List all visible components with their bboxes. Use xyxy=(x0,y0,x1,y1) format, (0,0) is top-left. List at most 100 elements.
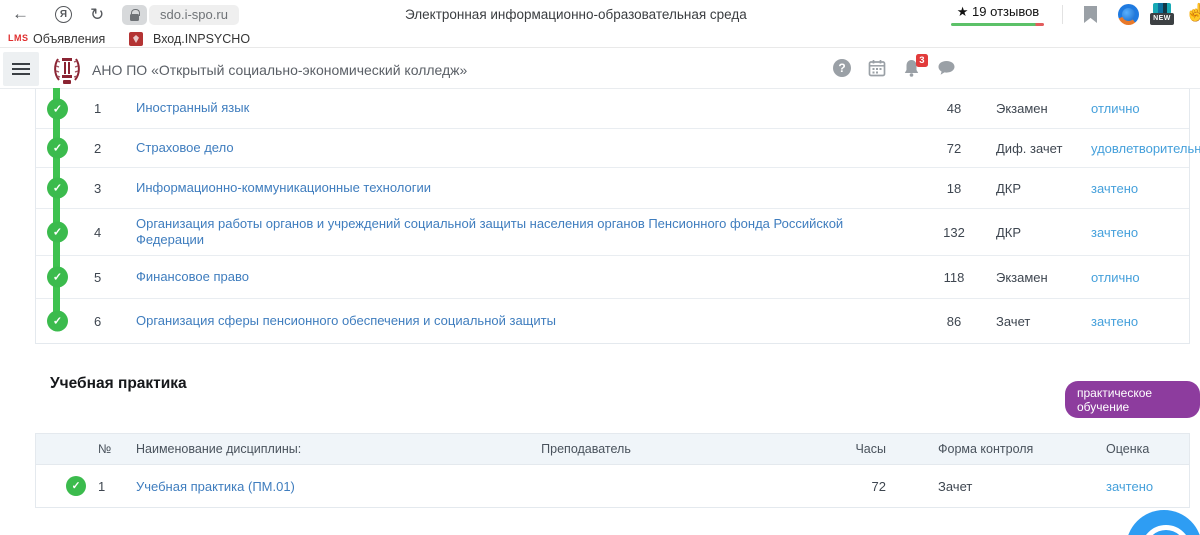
grade-link[interactable]: удовлетворительно xyxy=(1086,141,1200,156)
row-status: ✓ xyxy=(36,89,82,128)
grade-link[interactable]: отлично xyxy=(1086,101,1189,116)
table-row: ✓ 3 Информационно-коммуникационные техно… xyxy=(36,167,1189,208)
header-grade: Оценка xyxy=(1084,442,1189,456)
bookmark-inpsycho[interactable]: Вход.INPSYCHO xyxy=(153,32,250,46)
lms-favicon: LMS xyxy=(8,33,29,43)
grade-link[interactable]: зачтено xyxy=(1086,181,1189,196)
padlock-shape xyxy=(130,14,139,21)
reviews-rating-bar xyxy=(951,23,1044,26)
new-extension-icon[interactable]: NEW xyxy=(1150,2,1174,26)
header-number: № xyxy=(92,442,124,456)
table-row: ✓ 2 Страховое дело 72 Диф. зачет удовлет… xyxy=(36,128,1189,167)
subject-link[interactable]: Иностранный язык xyxy=(124,94,914,122)
grade-link[interactable]: отлично xyxy=(1086,270,1189,285)
practice-table: № Наименование дисциплины: Преподаватель… xyxy=(35,433,1190,508)
hamburger-icon xyxy=(12,63,30,65)
emblem-favicon xyxy=(129,32,143,46)
row-number: 1 xyxy=(82,101,124,116)
bookmarks-bar: LMS Объявления Вход.INPSYCHO xyxy=(0,30,1200,48)
row-number: 4 xyxy=(82,225,124,240)
bookmark-icon[interactable] xyxy=(1084,6,1097,23)
hours-value: 118 xyxy=(914,270,994,285)
yandex-profile-icon[interactable]: Я xyxy=(55,6,72,23)
row-status: ✓ xyxy=(36,129,82,167)
header-control: Форма контроля xyxy=(916,442,1084,456)
check-icon: ✓ xyxy=(47,138,68,159)
table-row: ✓ 6 Организация сферы пенсионного обеспе… xyxy=(36,298,1189,343)
check-icon: ✓ xyxy=(47,222,68,243)
chat-widget-button[interactable] xyxy=(1126,510,1200,535)
header-icons: ? 3 xyxy=(833,59,956,77)
grade-link[interactable]: зачтено xyxy=(1084,479,1189,494)
subject-link[interactable]: Финансовое право xyxy=(124,263,914,291)
subject-link[interactable]: Учебная практика (ПМ.01) xyxy=(124,479,466,494)
check-icon: ✓ xyxy=(66,476,86,496)
notification-badge: 3 xyxy=(916,54,928,67)
back-button[interactable]: ← xyxy=(12,4,29,24)
subject-link[interactable]: Страховое дело xyxy=(124,134,914,162)
address-bar[interactable]: sdo.i-spo.ru xyxy=(149,5,239,25)
menu-button[interactable] xyxy=(3,52,39,86)
table-row: ✓ 1 Учебная практика (ПМ.01) 72 Зачет за… xyxy=(36,465,1189,507)
row-number: 3 xyxy=(82,181,124,196)
bookmark-announcements[interactable]: Объявления xyxy=(33,32,105,46)
browser-toolbar: ← Я ↻ sdo.i-spo.ru Электронная информаци… xyxy=(0,0,1200,30)
hand-cursor-icon[interactable]: ☝ xyxy=(1185,3,1200,23)
control-form: Экзамен xyxy=(994,270,1086,285)
subject-link[interactable]: Организация работы органов и учреждений … xyxy=(124,210,914,255)
row-number: 6 xyxy=(82,314,124,329)
check-icon: ✓ xyxy=(47,267,68,288)
control-form: Экзамен xyxy=(994,101,1086,116)
subject-link[interactable]: Информационно-коммуникационные технологи… xyxy=(124,174,914,202)
hours-value: 18 xyxy=(914,181,994,196)
check-icon: ✓ xyxy=(47,311,68,332)
row-status: ✓ xyxy=(36,299,82,343)
check-icon: ✓ xyxy=(47,178,68,199)
messages-icon[interactable] xyxy=(937,60,956,76)
header-hours: Часы xyxy=(706,442,916,456)
new-badge: NEW xyxy=(1150,13,1174,25)
control-form: Зачет xyxy=(916,479,1084,494)
grades-table: ✓ 1 Иностранный язык 48 Экзамен отлично … xyxy=(35,89,1190,344)
hours-value: 72 xyxy=(914,141,994,156)
lock-icon[interactable] xyxy=(122,5,147,25)
grade-link[interactable]: зачтено xyxy=(1086,225,1189,240)
table-row: ✓ 4 Организация работы органов и учрежде… xyxy=(36,208,1189,255)
browser-window: ← Я ↻ sdo.i-spo.ru Электронная информаци… xyxy=(0,0,1200,535)
control-form: ДКР xyxy=(994,181,1086,196)
control-form: ДКР xyxy=(994,225,1086,240)
row-status: ✓ xyxy=(36,168,82,208)
college-name: АНО ПО «Открытый социально-экономический… xyxy=(92,62,467,78)
table-row: ✓ 5 Финансовое право 118 Экзамен отлично xyxy=(36,255,1189,298)
row-status: ✓ xyxy=(36,465,92,507)
college-logo-icon xyxy=(50,52,84,86)
header-teacher: Преподаватель xyxy=(466,442,706,456)
hours-value: 132 xyxy=(914,225,994,240)
page-title: Электронная информационно-образовательна… xyxy=(405,7,747,22)
toolbar-divider xyxy=(1062,5,1063,24)
header-discipline: Наименование дисциплины: xyxy=(124,442,466,456)
check-icon: ✓ xyxy=(47,98,68,119)
row-status: ✓ xyxy=(36,209,82,255)
help-icon[interactable]: ? xyxy=(833,59,851,77)
extension-icon[interactable] xyxy=(1118,4,1139,25)
reload-button[interactable]: ↻ xyxy=(90,5,104,25)
reviews-button[interactable]: ★ 19 отзывов xyxy=(948,4,1048,20)
calendar-icon[interactable] xyxy=(868,59,886,77)
control-form: Диф. зачет xyxy=(994,141,1086,156)
row-number: 5 xyxy=(82,270,124,285)
row-number: 2 xyxy=(82,141,124,156)
hours-value: 72 xyxy=(706,479,916,494)
notifications-bell-icon[interactable]: 3 xyxy=(903,59,920,77)
hours-value: 48 xyxy=(914,101,994,116)
row-number: 1 xyxy=(92,479,124,494)
reviews-label: ★ 19 отзывов xyxy=(957,4,1039,19)
hours-value: 86 xyxy=(914,314,994,329)
row-status: ✓ xyxy=(36,256,82,298)
table-row: ✓ 1 Иностранный язык 48 Экзамен отлично xyxy=(36,89,1189,128)
table-header-row: № Наименование дисциплины: Преподаватель… xyxy=(36,434,1189,465)
grade-link[interactable]: зачтено xyxy=(1086,314,1189,329)
practice-type-badge: практическое обучение xyxy=(1065,381,1200,418)
subject-link[interactable]: Организация сферы пенсионного обеспечени… xyxy=(124,307,914,335)
control-form: Зачет xyxy=(994,314,1086,329)
